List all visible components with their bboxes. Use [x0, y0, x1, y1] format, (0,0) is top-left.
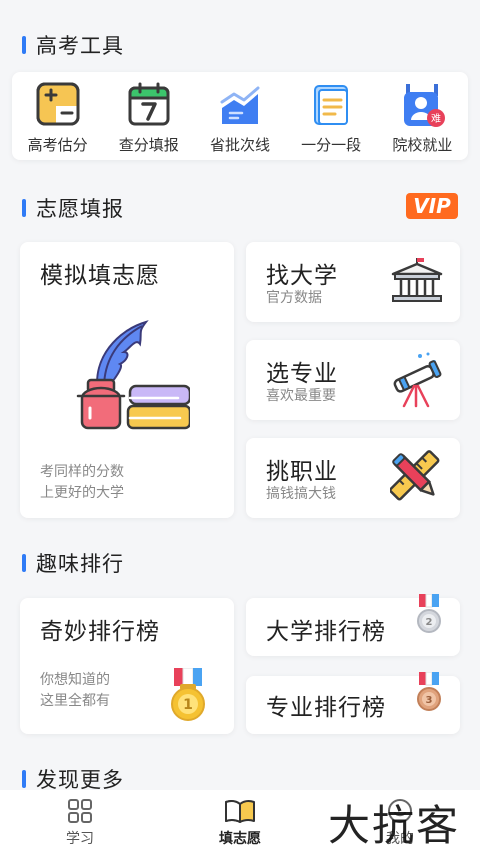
calculator-icon — [36, 82, 80, 126]
card-title: 大学排行榜 — [266, 619, 386, 645]
tool-label: 一分一段 — [301, 136, 362, 154]
tab-label: 填志愿 — [219, 831, 261, 847]
card-subtitle-2: 这里全都有 — [40, 693, 110, 709]
vip-badge[interactable]: VIP — [406, 193, 458, 219]
medal-rank-text: 3 — [426, 695, 433, 706]
section-tools-header: 高考工具 — [0, 30, 480, 60]
fun-ranking-card[interactable]: 奇妙排行榜 你想知道的 这里全都有 1 — [20, 598, 234, 734]
tab-fill[interactable]: 填志愿 — [185, 798, 295, 848]
card-title: 选专业 — [266, 361, 338, 387]
card-title: 专业排行榜 — [266, 695, 386, 721]
watermark-text: 大抗客 — [328, 801, 461, 850]
gold-medal-icon: 1 — [171, 668, 205, 721]
tool-label: 查分填报 — [118, 136, 179, 154]
card-subtitle-2: 上更好的大学 — [40, 485, 124, 501]
document-icon — [314, 85, 349, 125]
pick-career-card[interactable]: 挑职业 搞钱搞大钱 — [246, 438, 460, 518]
tool-label: 省批次线 — [209, 136, 270, 154]
tool-label: 高考估分 — [27, 136, 88, 154]
tools-card: 高考估分 查分填报 省批次线 一分一段 难 院校就业 — [12, 72, 468, 160]
tool-score-estimate[interactable]: 高考估分 — [13, 80, 103, 155]
section-marker — [22, 554, 26, 572]
chart-icon — [220, 86, 260, 124]
quill-ink-books-icon — [76, 320, 190, 430]
card-subtitle-1: 考同样的分数 — [40, 464, 124, 480]
tool-check-score[interactable]: 查分填报 — [104, 80, 194, 155]
card-subtitle: 喜欢最重要 — [266, 388, 336, 404]
find-university-card[interactable]: 找大学 官方数据 — [246, 242, 460, 322]
section-marker — [22, 36, 26, 54]
book-icon — [225, 799, 255, 823]
tab-label: 学习 — [66, 831, 94, 847]
hard-badge-text: 难 — [431, 113, 441, 125]
card-title: 挑职业 — [266, 459, 338, 485]
tool-batch-line[interactable]: 省批次线 — [195, 80, 285, 155]
app-screen: 高考工具 高考估分 查分填报 省批次线 一分一段 难 院校就业 志愿填报 VIP… — [0, 0, 480, 853]
section-fill-header: 志愿填报 VIP — [0, 193, 480, 223]
card-title: 奇妙排行榜 — [40, 619, 160, 645]
major-ranking-card[interactable]: 专业排行榜 3 — [246, 672, 460, 734]
calendar-icon — [128, 82, 170, 126]
university-building-icon — [391, 258, 443, 302]
card-subtitle: 搞钱搞大钱 — [266, 486, 336, 502]
card-title: 模拟填志愿 — [40, 263, 160, 289]
section-marker — [22, 199, 26, 217]
university-ranking-card[interactable]: 大学排行榜 2 — [246, 594, 460, 656]
choose-major-card[interactable]: 选专业 喜欢最重要 — [246, 340, 460, 420]
card-title: 找大学 — [266, 263, 338, 289]
ruler-pencil-icon — [390, 450, 440, 501]
simulate-fill-card[interactable]: 模拟填志愿 考同样的分数 上更好的大学 — [20, 242, 234, 518]
section-title: 趣味排行 — [36, 552, 124, 576]
section-rank-header: 趣味排行 — [0, 548, 480, 578]
bronze-medal-icon: 3 — [417, 672, 441, 711]
tab-learn[interactable]: 学习 — [25, 798, 135, 848]
medal-rank-text: 1 — [183, 697, 193, 713]
card-subtitle: 官方数据 — [266, 290, 322, 306]
section-marker — [22, 770, 26, 788]
medal-rank-text: 2 — [426, 617, 433, 628]
tool-label: 院校就业 — [392, 136, 453, 154]
section-title: 高考工具 — [36, 34, 124, 58]
tool-college-employment[interactable]: 难 院校就业 — [377, 80, 467, 155]
badge-icon: 难 — [404, 84, 446, 127]
tool-score-segment[interactable]: 一分一段 — [286, 80, 376, 155]
silver-medal-icon: 2 — [417, 594, 441, 633]
grid-icon — [68, 799, 92, 823]
card-subtitle-1: 你想知道的 — [40, 672, 110, 688]
telescope-icon — [393, 352, 442, 408]
section-title: 志愿填报 — [36, 197, 124, 221]
